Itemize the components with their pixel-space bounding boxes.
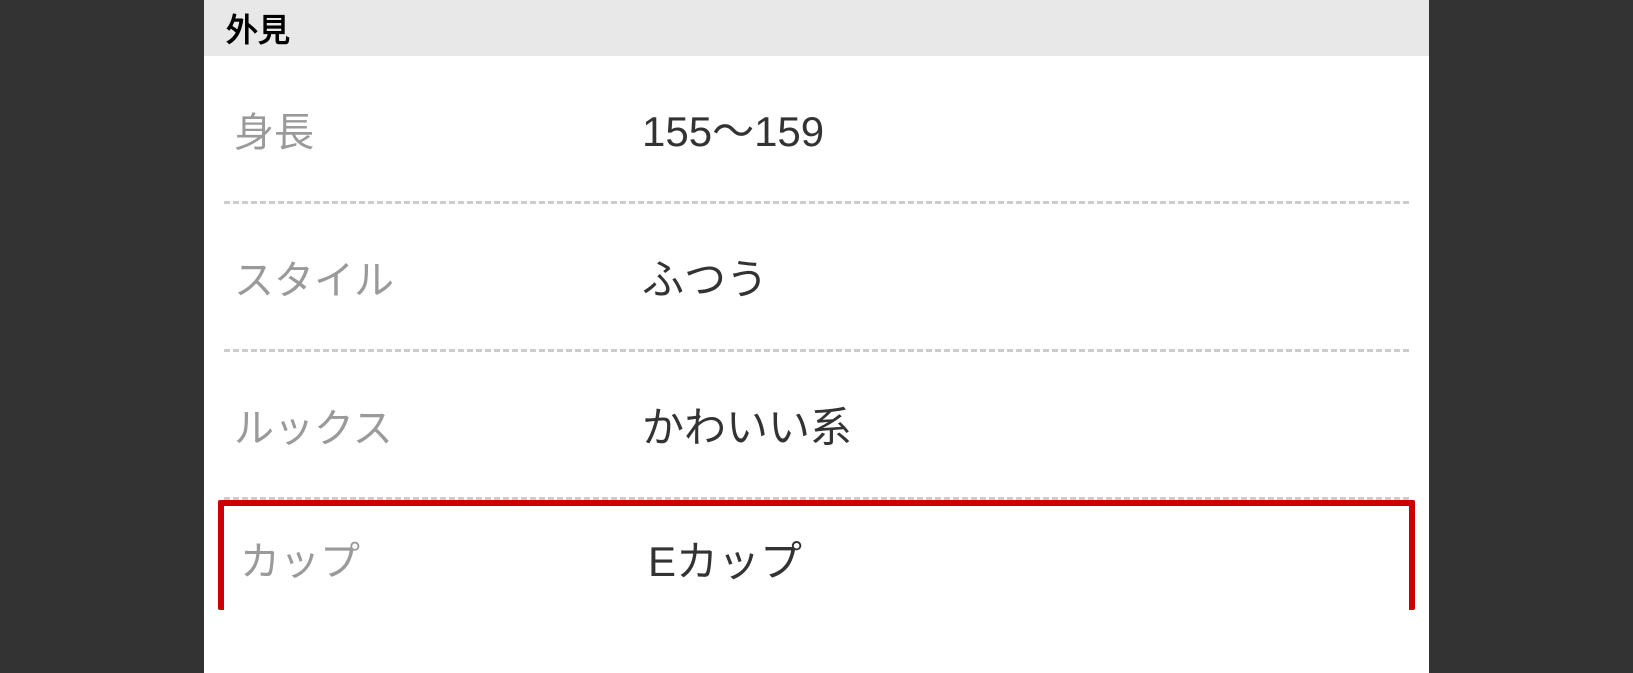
profile-row-height[interactable]: 身長 155〜159 xyxy=(224,56,1409,204)
profile-row-style[interactable]: スタイル ふつう xyxy=(224,204,1409,352)
profile-row-cup-highlighted[interactable]: カップ Eカップ xyxy=(218,500,1415,610)
row-value: Eカップ xyxy=(648,528,802,589)
row-value: かわいい系 xyxy=(642,394,852,455)
row-label: カップ xyxy=(240,529,648,587)
profile-row-looks[interactable]: ルックス かわいい系 xyxy=(224,352,1409,500)
row-label: ルックス xyxy=(234,396,642,454)
row-value: 155〜159 xyxy=(642,98,824,159)
row-label: 身長 xyxy=(234,100,642,158)
row-value: ふつう xyxy=(642,246,768,307)
rows-container: 身長 155〜159 スタイル ふつう ルックス かわいい系 カップ Eカップ xyxy=(204,56,1429,610)
row-label: スタイル xyxy=(234,248,642,306)
profile-section: 外見 身長 155〜159 スタイル ふつう ルックス かわいい系 カップ Eカ… xyxy=(204,0,1429,673)
section-title: 外見 xyxy=(204,0,1429,56)
